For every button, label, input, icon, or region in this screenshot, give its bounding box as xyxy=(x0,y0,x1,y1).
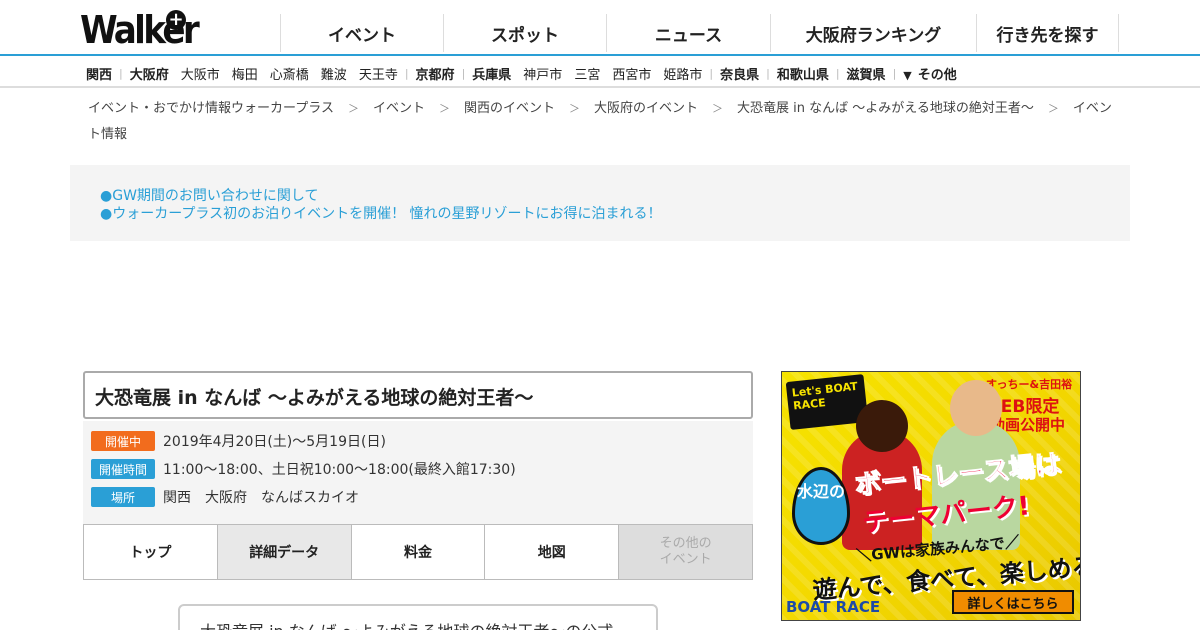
event-info: 開催中 2019年4月20日(土)～5月19日(日) 開催時間 11:00〜18:00… xyxy=(83,421,753,524)
official-site-button[interactable]: 大恐竜展 in なんば ～よみがえる地球の絶対王者～の公式 xyxy=(178,604,658,630)
subnav-item-label: その他 xyxy=(917,67,957,83)
subnav-item-13[interactable]: 三宮 xyxy=(568,64,606,83)
walker-plus-logo[interactable]: Walker + xyxy=(80,8,200,54)
subnav-item-label: 神戸市 xyxy=(523,67,563,83)
ad-details-button[interactable]: 詳しくはこちら xyxy=(952,590,1074,614)
subnav-item-label: 関西 xyxy=(86,67,113,83)
subnav-item-7[interactable]: 天王寺 xyxy=(353,64,404,83)
subnav-item-label: 三宮 xyxy=(574,67,601,83)
subnav-item-label: 兵庫県 xyxy=(472,67,512,83)
subnav-item-11[interactable]: 兵庫県 xyxy=(466,64,517,83)
subnav-item-19[interactable]: 和歌山県 xyxy=(771,64,835,83)
subnav-item-label: 難波 xyxy=(320,67,347,83)
breadcrumb-item-2[interactable]: 関西のイベント xyxy=(464,101,555,116)
tab-3[interactable]: 地図 xyxy=(485,525,620,579)
breadcrumb-item-4[interactable]: 大恐竜展 in なんば ～よみがえる地球の絶対王者～ xyxy=(737,101,1034,116)
tab-1[interactable]: 詳細データ xyxy=(217,525,352,579)
boat-race-ad-banner[interactable]: Let's BOAT RACE すっちー&吉田裕 WEB限定 動画公開中 水辺の… xyxy=(781,371,1081,621)
area-list: 関西 | 大阪府 大阪市 梅田 心斎橋 難波 天王寺 | 京都府 | 兵庫県 神戸市 三宮 西宮市 姫路市 | 奈… xyxy=(80,63,963,83)
subnav-item-label: 京都府 xyxy=(415,67,455,83)
breadcrumb-item-1[interactable]: イベント xyxy=(373,101,425,116)
gnav-item-0[interactable]: イベント xyxy=(280,14,443,52)
subnav-item-2[interactable]: 大阪府 xyxy=(124,64,175,83)
tab-2[interactable]: 料金 xyxy=(351,525,486,579)
status-badge: 開催時間 xyxy=(91,459,155,479)
gnav-item-4[interactable]: 行き先を探す xyxy=(976,14,1119,52)
event-info-row: 開催中 2019年4月20日(土)～5月19日(日) xyxy=(91,430,386,452)
subnav-item-label: 滋賀県 xyxy=(846,67,886,83)
subnav-item-label: 梅田 xyxy=(231,67,258,83)
subnav-item-label: 心斎橋 xyxy=(269,67,309,83)
subnav-item-6[interactable]: 難波 xyxy=(315,64,353,83)
subnav-item-15[interactable]: 姫路市 xyxy=(657,64,708,83)
ad-person-right-head xyxy=(950,380,1002,436)
subnav-item-3[interactable]: 大阪市 xyxy=(175,64,226,83)
subnav-item-5[interactable]: 心斎橋 xyxy=(264,64,315,83)
event-info-value: 11:00〜18:00、土日祝10:00〜18:00(最終入館17:30) xyxy=(163,462,516,478)
subnav-item-12[interactable]: 神戸市 xyxy=(517,64,568,83)
notice-box: ●GW期間のお問い合わせに関して ●ウォーカープラス初のお泊りイベントを開催！ … xyxy=(70,165,1130,241)
ad-boat-race-brand: BOAT RACE xyxy=(786,598,881,616)
tab-0[interactable]: トップ xyxy=(84,525,218,579)
subnav-item-21[interactable]: 滋賀県 xyxy=(841,64,892,83)
chevron-right-icon: ＞ xyxy=(347,102,359,115)
subnav-item-label: 大阪市 xyxy=(180,67,220,83)
event-info-value: 関西 大阪府 なんばスカイオ xyxy=(163,490,359,506)
subnav-item-23[interactable]: ▼ その他 xyxy=(897,64,962,83)
chevron-right-icon: ＞ xyxy=(438,102,450,115)
chevron-down-icon: ▼ xyxy=(903,68,912,82)
site-header: Walker + イベント スポット ニュース 大阪府ランキング 行き先を探す xyxy=(0,0,1200,56)
event-info-row: 場所 関西 大阪府 なんばスカイオ xyxy=(91,486,359,508)
subnav-item-4[interactable]: 梅田 xyxy=(226,64,264,83)
subnav-item-label: 天王寺 xyxy=(358,67,398,83)
ad-promo-names: すっちー&吉田裕 xyxy=(986,378,1073,391)
chevron-right-icon: ＞ xyxy=(1047,102,1059,115)
event-info-value: 2019年4月20日(土)～5月19日(日) xyxy=(163,434,386,450)
chevron-right-icon: ＞ xyxy=(569,102,580,115)
chevron-right-icon: ＞ xyxy=(712,102,724,115)
breadcrumb: イベント・おでかけ情報ウォーカープラス ＞ イベント ＞ 関西のイベント ＞ 大阪府のイベン… xyxy=(88,96,1118,148)
ad-person-left-head xyxy=(856,400,908,452)
subnav-item-14[interactable]: 西宮市 xyxy=(606,64,657,83)
gnav-item-1[interactable]: スポット xyxy=(443,14,606,52)
status-badge: 開催中 xyxy=(91,431,155,451)
subnav-item-label: 大阪府 xyxy=(129,67,169,83)
event-title: 大恐竜展 in なんば ～よみがえる地球の絶対王者～ xyxy=(83,371,753,419)
gnav-item-2[interactable]: ニュース xyxy=(606,14,770,52)
subnav-item-0[interactable]: 関西 xyxy=(80,64,118,83)
event-tabs: トップ 詳細データ 料金 地図 その他の イベント xyxy=(83,524,753,580)
breadcrumb-item-3[interactable]: 大阪府のイベント xyxy=(594,101,698,116)
subnav-item-label: 西宮市 xyxy=(612,67,652,83)
gnav-item-3[interactable]: 大阪府ランキング xyxy=(770,14,976,52)
subnav-item-9[interactable]: 京都府 xyxy=(410,64,461,83)
subnav-item-17[interactable]: 奈良県 xyxy=(714,64,765,83)
subnav-item-label: 奈良県 xyxy=(720,67,760,83)
notice-link-stay-event[interactable]: ●ウォーカープラス初のお泊りイベントを開催！ 憧れの星野リゾートにお得に泊まれる… xyxy=(100,203,662,223)
notice-link-gw[interactable]: ●GW期間のお問い合わせに関して xyxy=(100,185,319,205)
event-info-row: 開催時間 11:00〜18:00、土日祝10:00〜18:00(最終入館17:30… xyxy=(91,458,516,480)
subnav-item-label: 姫路市 xyxy=(663,67,703,83)
status-badge: 場所 xyxy=(91,487,155,507)
area-subnav: 関西 | 大阪府 大阪市 梅田 心斎橋 難波 天王寺 | 京都府 | 兵庫県 神戸市 三宮 西宮市 姫路市 | 奈… xyxy=(0,58,1200,88)
global-nav: イベント スポット ニュース 大阪府ランキング 行き先を探す xyxy=(280,14,1119,52)
breadcrumb-item-0[interactable]: イベント・おでかけ情報ウォーカープラス xyxy=(88,101,334,116)
logo-plus-icon: + xyxy=(166,10,186,30)
tab-4: その他の イベント xyxy=(619,525,752,579)
subnav-item-label: 和歌山県 xyxy=(776,67,829,83)
